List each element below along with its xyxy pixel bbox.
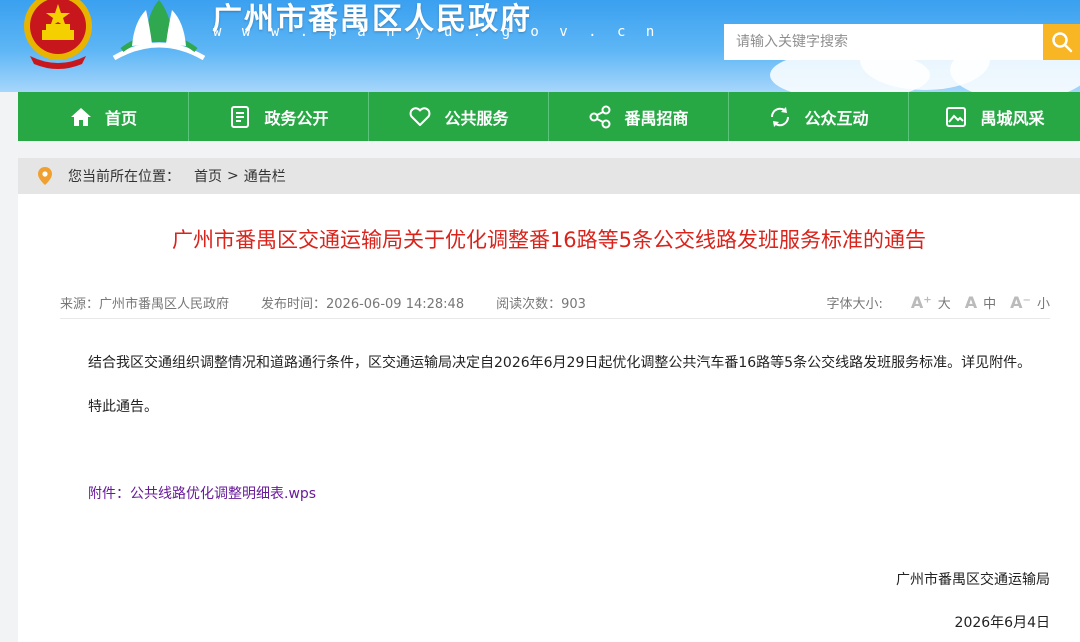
font-normal-icon: A xyxy=(964,292,978,312)
site-url: w w w . p a n y u . g o v . c n xyxy=(213,24,661,40)
nav-item-public-interaction[interactable]: 公众互动 xyxy=(729,92,909,141)
article-body-paragraph: 结合我区交通组织调整情况和道路通行条件，区交通运输局决定自2026年6月29日起… xyxy=(88,355,1032,371)
article-publish-time: 发布时间：2026-06-09 14:28:48 xyxy=(261,296,465,312)
breadcrumb-separator: > xyxy=(227,168,239,184)
nav-item-label: 政务公开 xyxy=(264,108,329,128)
font-large-button[interactable]: A⁺ 大 xyxy=(911,293,951,312)
attachment-label: 附件： xyxy=(88,486,130,502)
refresh-icon xyxy=(768,105,792,129)
search-button[interactable] xyxy=(1043,24,1080,60)
site-header: 广州市番禺区人民政府 w w w . p a n y u . g o v . c… xyxy=(0,0,1080,92)
nav-item-label: 公共服务 xyxy=(444,108,509,128)
national-emblem-icon xyxy=(24,0,92,69)
font-size-label: 字体大小: xyxy=(826,296,883,312)
breadcrumb-current-link[interactable]: 通告栏 xyxy=(244,166,286,186)
location-pin-icon xyxy=(38,167,52,185)
font-large-label: 大 xyxy=(937,296,951,312)
breadcrumb-home-link[interactable]: 首页 xyxy=(194,166,222,186)
issue-date: 2026年6月4日 xyxy=(954,615,1050,631)
search-icon xyxy=(1051,32,1072,53)
nav-item-government-affairs[interactable]: 政务公开 xyxy=(189,92,369,141)
article-title: 广州市番禺区交通运输局关于优化调整番16路等5条公交线路发班服务标准的通告 xyxy=(171,228,927,252)
issuing-authority: 广州市番禺区交通运输局 xyxy=(896,572,1050,588)
panyu-logo-icon xyxy=(112,0,206,61)
article-source: 来源：广州市番禺区人民政府 xyxy=(60,296,230,312)
article-container: 广州市番禺区交通运输局关于优化调整番16路等5条公交线路发班服务标准的通告 来源… xyxy=(18,194,1080,642)
nav-item-label: 公众互动 xyxy=(804,108,869,128)
nav-item-label: 禺城风采 xyxy=(980,108,1045,128)
share-icon xyxy=(588,105,612,129)
nav-item-investment[interactable]: 番禺招商 xyxy=(549,92,729,141)
article-view-count: 阅读次数：903 xyxy=(496,296,586,312)
font-increase-icon: A⁺ xyxy=(910,292,932,312)
font-small-button[interactable]: A⁻ 小 xyxy=(1010,293,1050,312)
home-icon xyxy=(69,105,93,129)
nav-item-label: 首页 xyxy=(104,108,137,128)
heart-icon xyxy=(408,105,432,129)
search-input[interactable] xyxy=(724,24,1044,60)
article-body-paragraph: 特此通告。 xyxy=(88,399,158,415)
font-medium-label: 中 xyxy=(983,296,997,312)
font-decrease-icon: A⁻ xyxy=(1010,292,1031,312)
font-medium-button[interactable]: A 中 xyxy=(965,293,996,312)
breadcrumb: 您当前所在位置： 首页 > 通告栏 xyxy=(18,158,1080,194)
main-nav: 首页 政务公开 公共服务 番禺招商 公众互动 禺城风采 xyxy=(18,92,1080,141)
nav-item-home[interactable]: 首页 xyxy=(18,92,189,141)
document-icon xyxy=(228,105,252,129)
font-size-controls: 字体大小: A⁺ 大 A 中 A⁻ 小 xyxy=(827,293,1050,312)
nav-item-public-services[interactable]: 公共服务 xyxy=(369,92,549,141)
nav-item-label: 番禺招商 xyxy=(624,108,689,128)
article-meta: 来源：广州市番禺区人民政府 发布时间：2026-06-09 14:28:48 阅… xyxy=(60,288,1050,319)
image-icon xyxy=(944,105,968,129)
attachment-link[interactable]: 附件： 公共线路优化调整明细表.wps xyxy=(88,483,316,503)
nav-item-city-scenery[interactable]: 禺城风采 xyxy=(909,92,1080,141)
font-small-label: 小 xyxy=(1036,296,1050,312)
breadcrumb-prefix: 您当前所在位置： xyxy=(68,169,180,185)
attachment-file-name: 公共线路优化调整明细表.wps xyxy=(130,486,317,502)
